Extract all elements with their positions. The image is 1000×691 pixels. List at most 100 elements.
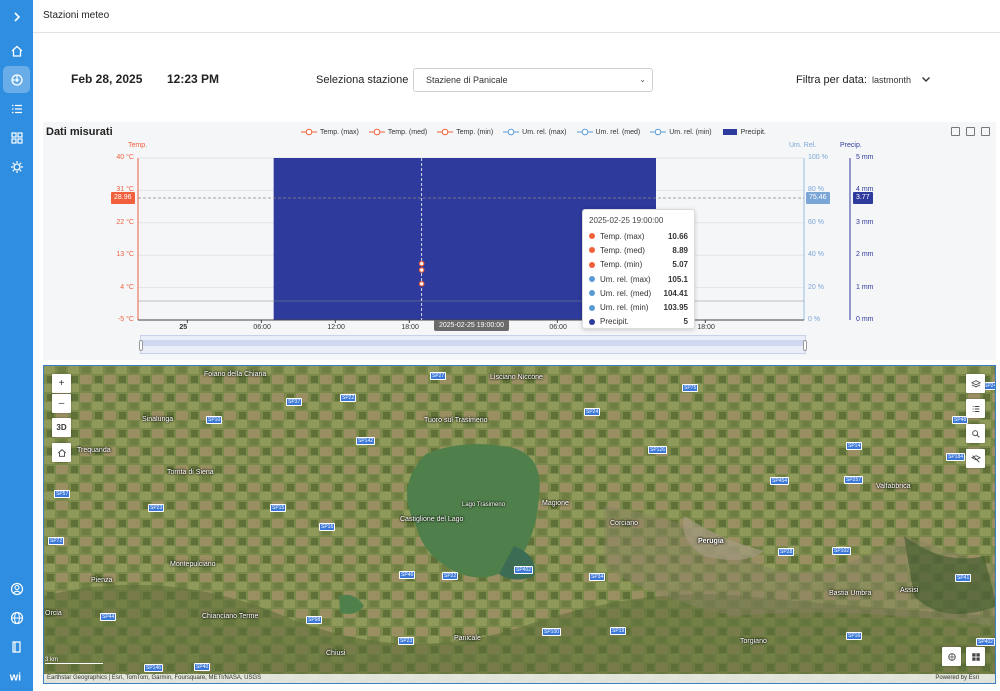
station-select[interactable]: Staziene di Panicale ⌄ <box>413 68 653 92</box>
zoom-out-button[interactable]: – <box>52 394 71 413</box>
map-place: Foiano della Chiana <box>204 371 267 378</box>
axis-tick-label: 13 °C <box>116 251 134 259</box>
tooltip-dot <box>589 304 595 311</box>
list-icon <box>972 405 979 412</box>
filter-chevron-down-icon[interactable] <box>920 73 932 85</box>
tooltip-label: Um. rel. (max) <box>600 274 651 284</box>
road-shield: SP24 <box>584 408 601 416</box>
road-shield: SP126 <box>648 446 668 454</box>
legend-item[interactable]: Temp. (max) <box>301 128 359 136</box>
chart-legend: Temp. (max) Temp. (med) Temp. (min) Um. rel… <box>301 126 766 138</box>
legend-item[interactable]: Um. rel. (min) <box>650 128 712 136</box>
map-place: Lago Trasimeno <box>462 502 506 508</box>
logo-text: wi <box>8 671 20 683</box>
station-select-value: Staziene di Panicale <box>426 75 508 85</box>
tooltip-value: 103.95 <box>663 303 688 313</box>
legend-item[interactable]: Temp. (min) <box>437 128 493 136</box>
chevron-down-icon: ⌄ <box>639 75 646 84</box>
home-view-button[interactable] <box>52 443 71 462</box>
legend-label: Temp. (max) <box>320 128 359 136</box>
chevron-right-icon[interactable] <box>3 3 30 30</box>
road-shield: SP102 <box>832 547 852 555</box>
tooltip-value: 5.07 <box>672 260 688 270</box>
sidebar: wi <box>0 0 33 691</box>
grid-icon <box>971 652 980 661</box>
tooltip-dot <box>589 318 595 325</box>
map-place: Orcia <box>45 610 62 617</box>
road-shield: SP40 <box>194 663 211 671</box>
3d-toggle-button[interactable]: 3D <box>52 418 71 437</box>
dashboard-icon[interactable] <box>3 66 30 93</box>
tooltip-dot <box>589 261 595 268</box>
zoom-select-icon[interactable] <box>951 127 960 136</box>
road-shield: SP14 <box>846 442 863 450</box>
current-time: 12:23 PM <box>167 72 220 86</box>
legend-item[interactable]: Precipit. <box>722 128 766 136</box>
legend-label: Um. rel. (min) <box>669 128 712 136</box>
axis-tick-label: 2 mm <box>856 251 874 259</box>
axis-tick-label: 60 % <box>808 218 824 226</box>
x-pointer-label: 2025-02-25 19:00:00 <box>434 320 509 331</box>
axis-tick-label: 0 % <box>808 316 821 323</box>
road-shield: SP142 <box>356 437 376 445</box>
tooltip-label: Precipit. <box>600 317 629 327</box>
x-tick-label: 25 <box>179 324 188 331</box>
axis-tick-label: 5 mm <box>856 154 874 161</box>
map-scale: 3 km <box>45 657 103 664</box>
attribution-text: Earthstar Geographics | Esri, TomTom, Ga… <box>47 675 262 681</box>
basemap-gallery-button[interactable] <box>966 647 985 666</box>
top-bar: Stazioni meteo <box>33 0 1000 33</box>
zoom-in-button[interactable]: + <box>52 374 71 393</box>
layers-icon <box>970 379 981 387</box>
locate-button[interactable] <box>942 647 961 666</box>
zoom-reset-icon[interactable] <box>966 127 975 136</box>
road-shield: SP100 <box>542 628 562 636</box>
home-icon[interactable] <box>3 37 30 64</box>
road-shield: SP98 <box>306 616 323 624</box>
tooltip-dot <box>589 276 595 283</box>
x-tick-label: 18:00 <box>401 324 419 331</box>
legend-marker <box>368 128 385 136</box>
axis-tick-label: 1 mm <box>856 283 874 291</box>
book-icon[interactable] <box>3 633 30 660</box>
road-shield: SP22 <box>340 394 357 402</box>
axis-tick-label: 4 °C <box>120 283 134 291</box>
road-shield: SP454 <box>770 477 790 485</box>
legend-button[interactable] <box>966 399 985 418</box>
y-left-pointer-label: 28.96 <box>111 192 135 204</box>
download-icon[interactable] <box>981 127 990 136</box>
tooltip-time: 2025-02-25 19:00:00 <box>589 216 664 225</box>
road-shield: SP257 <box>844 476 864 484</box>
axis-tick-label: 100 % <box>808 154 828 161</box>
legend-item[interactable]: Um. rel. (max) <box>503 128 567 136</box>
powered-by[interactable]: Powered by Esri <box>935 675 979 681</box>
user-circle-icon[interactable] <box>3 575 30 602</box>
map-place: Corciano <box>610 520 639 527</box>
legend-marker <box>301 128 317 136</box>
y-right1-title: Um. Rel. <box>789 142 817 149</box>
grid-icon[interactable] <box>3 124 30 151</box>
tooltip-value: 10.66 <box>667 231 688 241</box>
map-place: Tuoro sul Trasimeno <box>424 417 488 424</box>
filter-value[interactable]: lastmonth <box>872 75 911 85</box>
layers-button[interactable] <box>966 374 985 393</box>
legend-item[interactable]: Temp. (med) <box>368 128 427 136</box>
axis-tick-label: 20 % <box>808 283 824 291</box>
y-left-title: Temp. <box>128 142 148 149</box>
data-zoom-handle-right[interactable] <box>803 340 807 351</box>
list-icon[interactable] <box>3 95 30 122</box>
road-shield: SP16 <box>846 632 863 640</box>
data-zoom-handle-left[interactable] <box>139 340 143 351</box>
road-shield: SP41 <box>955 574 972 582</box>
globe-icon[interactable] <box>3 604 30 631</box>
legend-item[interactable]: Um. rel. (med) <box>576 128 640 136</box>
data-zoom-slider[interactable] <box>139 335 807 354</box>
search-button[interactable] <box>966 424 985 443</box>
road-shield: SP44 <box>100 613 117 621</box>
road-shield: SP10 <box>206 416 223 424</box>
map-view[interactable]: Foiano della Chiana Lisciano Niccone Sin… <box>43 365 996 684</box>
settings-icon[interactable] <box>3 153 30 180</box>
eye-off-icon <box>970 454 981 463</box>
hide-layers-button[interactable] <box>966 449 985 468</box>
x-tick-label: 18:00 <box>697 324 715 331</box>
